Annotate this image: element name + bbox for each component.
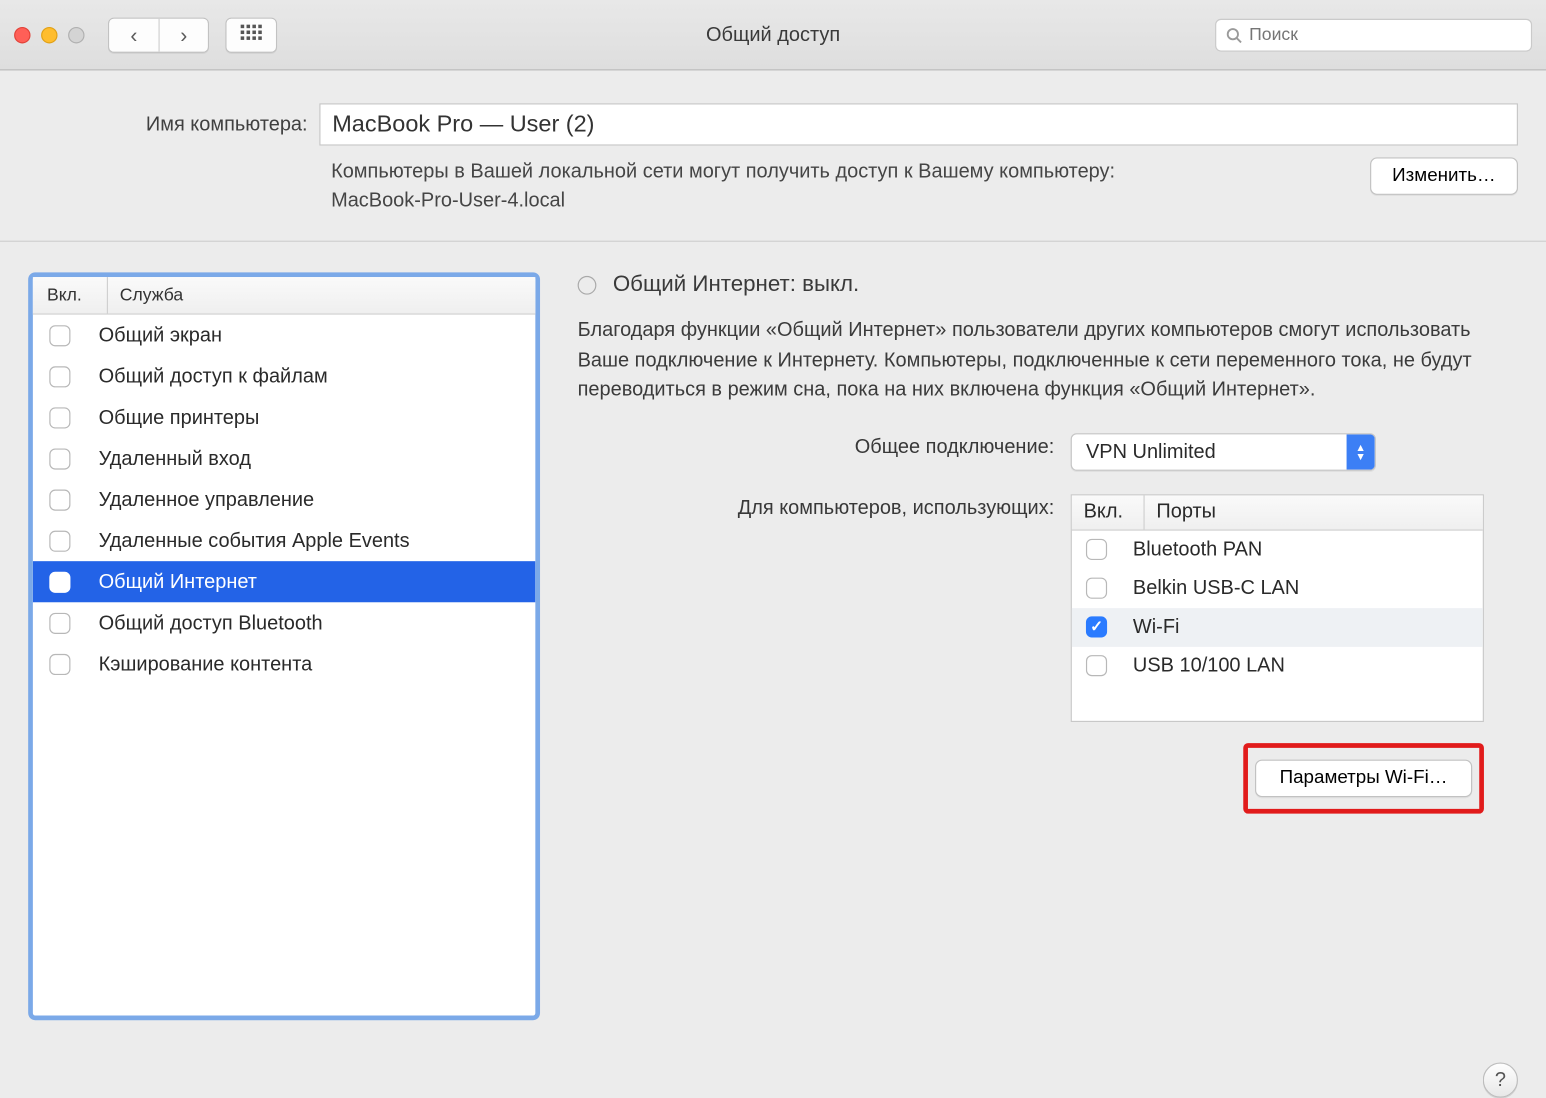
toolbar: ‹ › Общий доступ (0, 0, 1546, 70)
search-icon (1226, 26, 1242, 42)
service-checkbox[interactable] (49, 325, 70, 346)
service-label: Общий доступ к файлам (99, 365, 328, 388)
service-row[interactable]: Общий доступ к файлам (33, 356, 535, 397)
service-label: Удаленный вход (99, 447, 251, 470)
minimize-window-button[interactable] (41, 26, 57, 42)
service-checkbox[interactable] (49, 530, 70, 551)
services-header-on: Вкл. (33, 277, 108, 313)
share-from-select[interactable]: VPN Unlimited ▲▼ (1071, 433, 1376, 471)
service-checkbox[interactable] (49, 571, 70, 592)
service-checkbox[interactable] (49, 489, 70, 510)
status-text: Общий Интернет: выкл. (613, 273, 859, 299)
port-checkbox[interactable] (1086, 578, 1107, 599)
services-header-service: Служба (108, 277, 535, 313)
to-computers-label: Для компьютеров, использующих: (578, 494, 1071, 813)
port-label: Belkin USB-C LAN (1133, 577, 1299, 600)
ports-header-ports: Порты (1145, 495, 1483, 529)
nav-back-forward: ‹ › (108, 17, 209, 52)
detail-panel: Общий Интернет: выкл. Благодаря функции … (578, 273, 1518, 1021)
services-header: Вкл. Служба (33, 277, 535, 315)
service-checkbox[interactable] (49, 448, 70, 469)
ports-header-on: Вкл. (1072, 495, 1145, 529)
search-field[interactable] (1215, 18, 1532, 51)
close-window-button[interactable] (14, 26, 30, 42)
back-button[interactable]: ‹ (109, 18, 158, 51)
share-from-value: VPN Unlimited (1072, 434, 1347, 469)
service-row[interactable]: Общий Интернет (33, 562, 535, 603)
service-label: Общий экран (99, 324, 222, 347)
service-row[interactable]: Кэширование контента (33, 644, 535, 685)
grid-icon (241, 24, 262, 45)
service-checkbox[interactable] (49, 654, 70, 675)
chevron-left-icon: ‹ (130, 24, 137, 45)
port-label: Bluetooth PAN (1133, 538, 1262, 561)
window-controls (14, 26, 84, 42)
service-label: Удаленное управление (99, 488, 315, 511)
port-row[interactable]: USB 10/100 LAN (1072, 647, 1483, 686)
service-row[interactable]: Удаленные события Apple Events (33, 520, 535, 561)
service-row[interactable]: Общий экран (33, 315, 535, 356)
share-from-label: Общее подключение: (578, 433, 1071, 471)
service-row[interactable]: Удаленный вход (33, 438, 535, 479)
service-label: Удаленные события Apple Events (99, 529, 410, 552)
search-input[interactable] (1249, 25, 1521, 45)
show-all-button[interactable] (225, 17, 277, 52)
zoom-window-button (68, 26, 84, 42)
service-label: Общий Интернет (99, 570, 257, 593)
help-button[interactable]: ? (1483, 1063, 1518, 1098)
edit-hostname-button[interactable]: Изменить… (1370, 157, 1518, 195)
service-row[interactable]: Удаленное управление (33, 479, 535, 520)
wifi-options-highlight: Параметры Wi-Fi… (1243, 743, 1484, 813)
port-checkbox[interactable] (1086, 617, 1107, 638)
port-checkbox[interactable] (1086, 539, 1107, 560)
services-list: Вкл. Служба Общий экран Общий доступ к фа… (28, 273, 540, 1021)
service-checkbox[interactable] (49, 613, 70, 634)
service-label: Общие принтеры (99, 406, 260, 429)
port-label: USB 10/100 LAN (1133, 654, 1285, 677)
port-row[interactable]: Belkin USB-C LAN (1072, 569, 1483, 608)
port-row[interactable]: Bluetooth PAN (1072, 530, 1483, 569)
service-row[interactable]: Общие принтеры (33, 397, 535, 438)
computer-name-label: Имя компьютера: (28, 113, 319, 136)
status-row: Общий Интернет: выкл. (578, 273, 1518, 299)
wifi-options-button[interactable]: Параметры Wi-Fi… (1255, 759, 1472, 797)
port-row[interactable]: Wi-Fi (1072, 608, 1483, 647)
service-row[interactable]: Общий доступ Bluetooth (33, 603, 535, 644)
computer-name-section: Имя компьютера: Компьютеры в Вашей локал… (0, 70, 1546, 242)
computer-name-input[interactable] (319, 103, 1518, 145)
service-checkbox[interactable] (49, 407, 70, 428)
ports-table: Вкл. Порты Bluetooth PAN Belkin USB-C LAN… (1071, 494, 1484, 722)
service-label: Кэширование контента (99, 652, 313, 675)
main-area: Вкл. Служба Общий экран Общий доступ к фа… (0, 242, 1546, 1046)
computer-name-description: Компьютеры в Вашей локальной сети могут … (331, 157, 1129, 215)
forward-button: › (158, 18, 207, 51)
service-checkbox[interactable] (49, 366, 70, 387)
status-indicator-icon (578, 276, 597, 295)
stepper-arrows-icon: ▲▼ (1347, 434, 1375, 469)
service-description: Благодаря функции «Общий Интернет» польз… (578, 315, 1505, 405)
help-icon: ? (1483, 1063, 1518, 1098)
service-label: Общий доступ Bluetooth (99, 611, 323, 634)
chevron-right-icon: › (180, 24, 187, 45)
port-label: Wi-Fi (1133, 616, 1180, 639)
port-checkbox[interactable] (1086, 655, 1107, 676)
